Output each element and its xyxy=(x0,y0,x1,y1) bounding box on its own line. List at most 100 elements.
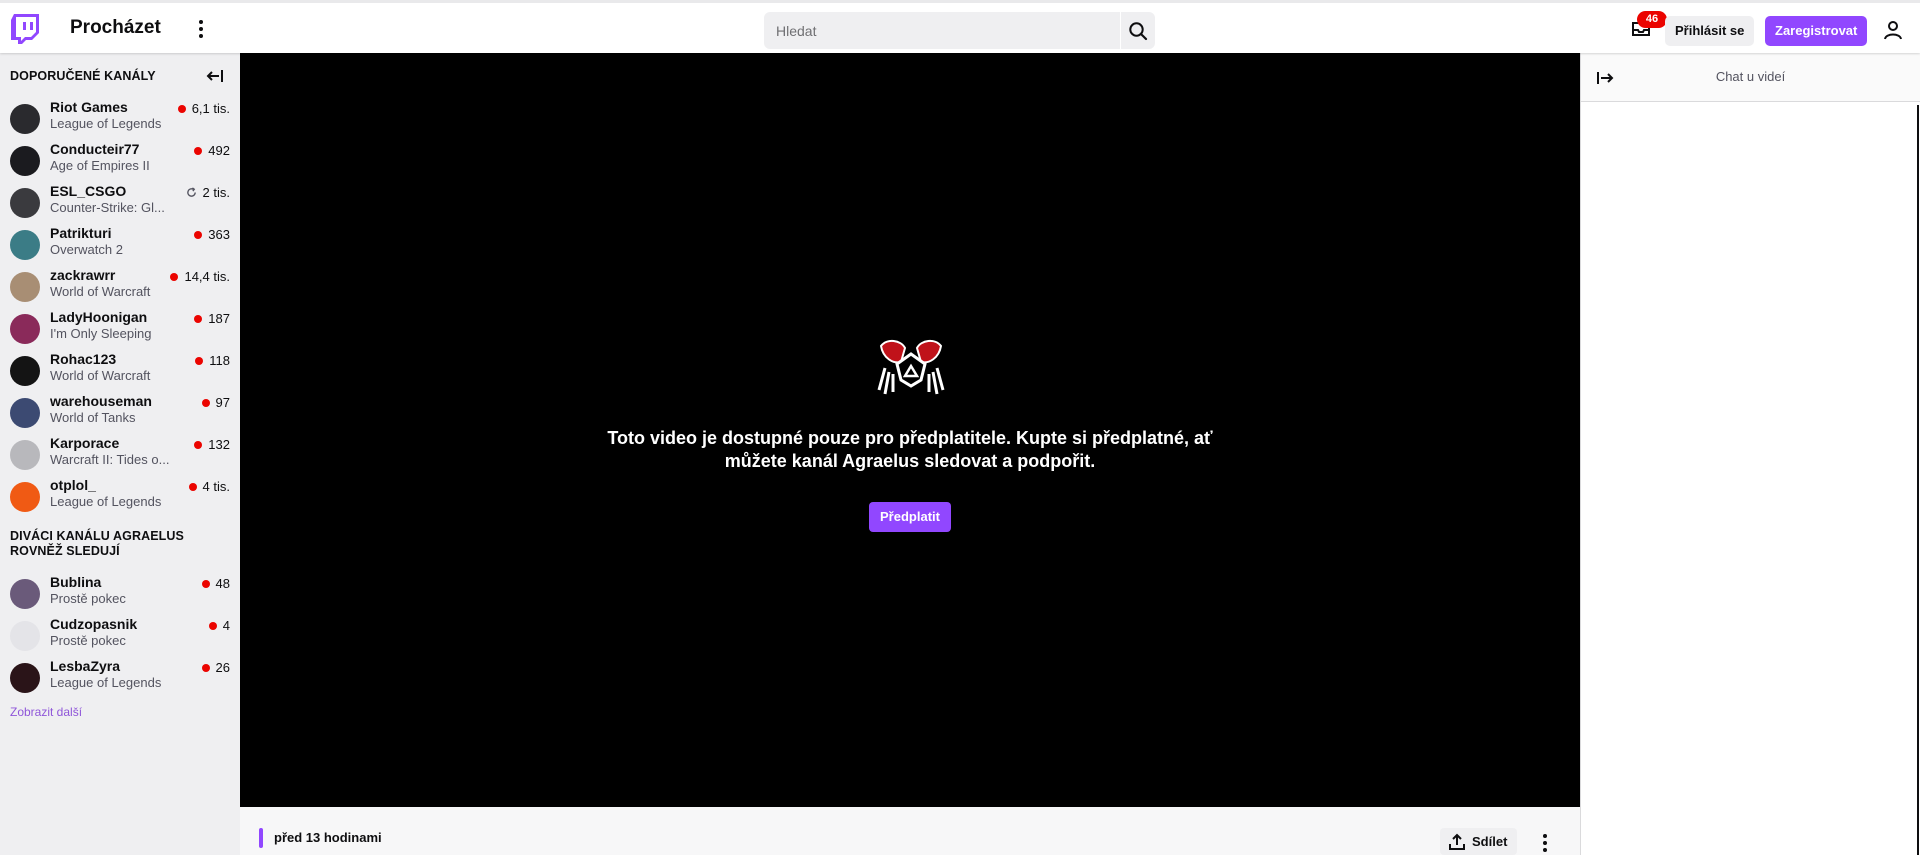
channel-game: World of Warcraft xyxy=(50,284,151,299)
channel-name: Rohac123 xyxy=(50,351,117,367)
avatar xyxy=(10,314,40,344)
viewer-count: 14,4 tis. xyxy=(170,269,230,284)
viewer-count: 4 tis. xyxy=(188,479,230,494)
sidebar-channel-item[interactable]: Bublina Prostě pokec 48 xyxy=(0,572,240,614)
channel-name: Patrikturi xyxy=(50,225,112,241)
sidebar-channel-item[interactable]: Karporace Warcraft II: Tides o... 132 xyxy=(0,433,240,475)
live-indicator xyxy=(201,663,210,672)
sidebar-channel-item[interactable]: Patrikturi Overwatch 2 363 xyxy=(0,223,240,265)
channel-name: Bublina xyxy=(50,574,102,590)
viewer-count: 48 xyxy=(201,576,230,591)
channel-name: Cudzopasnik xyxy=(50,616,138,632)
viewer-count-text: 187 xyxy=(208,311,230,326)
live-indicator xyxy=(208,621,217,630)
signup-button[interactable]: Zaregistrovat xyxy=(1765,16,1868,46)
browse-link[interactable]: Procházet xyxy=(70,17,161,39)
sidebar-channel-item[interactable]: Rohac123 World of Warcraft 118 xyxy=(0,349,240,391)
expand-chat-icon[interactable] xyxy=(1596,69,1614,87)
live-indicator xyxy=(194,314,203,323)
video-player[interactable]: Toto video je dostupné pouze pro předpla… xyxy=(240,53,1580,807)
also-watch-title: DIVÁCI KANÁLU AGRAELUS ROVNĚŽ SLEDUJÍ xyxy=(10,529,184,558)
viewer-count-text: 26 xyxy=(215,660,230,675)
channel-game: Warcraft II: Tides o... xyxy=(50,452,170,467)
sidebar-channel-item[interactable]: LesbaZyra League of Legends 26 xyxy=(0,656,240,698)
share-button[interactable]: Sdílet xyxy=(1440,828,1518,855)
user-icon[interactable] xyxy=(1883,20,1903,40)
sidebar-channel-item[interactable]: otplol_ League of Legends 4 tis. xyxy=(0,475,240,517)
avatar xyxy=(10,440,40,470)
share-icon xyxy=(1449,833,1465,850)
viewer-count-text: 97 xyxy=(215,395,230,410)
twitch-logo-icon[interactable] xyxy=(11,14,39,44)
sidebar-channel-item[interactable]: warehouseman World of Tanks 97 xyxy=(0,391,240,433)
channel-game: League of Legends xyxy=(50,116,162,131)
live-indicator xyxy=(194,230,203,239)
chat-scrollbar[interactable] xyxy=(1917,105,1919,855)
viewer-count: 26 xyxy=(201,660,230,675)
video-info-bar: před 13 hodinami Sdílet xyxy=(240,807,1580,855)
subscribe-button[interactable]: Předplatit xyxy=(869,502,951,532)
more-options-icon[interactable] xyxy=(193,18,209,40)
chat-title: Chat u videí xyxy=(1715,69,1786,84)
login-button[interactable]: Přihlásit se xyxy=(1665,16,1755,46)
live-indicator xyxy=(195,356,204,365)
channel-game: Prostě pokec xyxy=(50,591,126,606)
avatar xyxy=(10,188,40,218)
viewer-count-text: 14,4 tis. xyxy=(184,269,230,284)
viewer-count: 492 xyxy=(194,143,230,158)
viewer-count-text: 132 xyxy=(208,437,230,452)
channel-name: zackrawrr xyxy=(50,267,116,283)
search-icon xyxy=(1129,21,1148,40)
sidebar-channel-item[interactable]: zackrawrr World of Warcraft 14,4 tis. xyxy=(0,265,240,307)
show-more-link[interactable]: Zobrazit další xyxy=(10,705,82,719)
viewer-count-text: 118 xyxy=(209,353,230,368)
live-indicator xyxy=(194,440,203,449)
avatar xyxy=(10,356,40,386)
subscriber-only-message: Toto video je dostupné pouze pro předpla… xyxy=(607,428,1213,471)
channel-name: Conducteir77 xyxy=(50,141,140,157)
avatar xyxy=(10,579,40,609)
search-input[interactable] xyxy=(764,12,1120,49)
avatar xyxy=(10,104,40,134)
notification-badge: 46 xyxy=(1637,11,1667,28)
recommended-channels-title: DOPORUČENÉ KANÁLY xyxy=(10,69,156,83)
channel-game: League of Legends xyxy=(50,494,162,509)
sidebar-channel-item[interactable]: ESL_CSGO Counter-Strike: Gl... 2 tis. xyxy=(0,181,240,223)
channel-game: Overwatch 2 xyxy=(50,242,123,257)
avatar xyxy=(10,482,40,512)
channel-name: LesbaZyra xyxy=(50,658,121,674)
gas-mask-logo-icon xyxy=(877,340,945,395)
channel-name: otplol_ xyxy=(50,477,96,493)
viewer-count: 4 xyxy=(208,618,230,633)
channel-game: Age of Empires II xyxy=(50,158,150,173)
sidebar-channel-item[interactable]: Cudzopasnik Prostě pokec 4 xyxy=(0,614,240,656)
top-nav: Procházet 46 Přihlásit se Zaregistrovat xyxy=(0,0,1920,53)
more-options-icon[interactable] xyxy=(1540,833,1550,853)
video-timestamp: před 13 hodinami xyxy=(274,830,382,845)
viewer-count-text: 363 xyxy=(208,227,230,242)
channel-game: Counter-Strike: Gl... xyxy=(50,200,165,215)
search-button[interactable] xyxy=(1121,12,1155,49)
channel-game: League of Legends xyxy=(50,675,162,690)
viewer-count: 6,1 tis. xyxy=(177,101,230,116)
avatar xyxy=(10,663,40,693)
sidebar-channel-item[interactable]: Riot Games League of Legends 6,1 tis. xyxy=(0,97,240,139)
viewer-count: 187 xyxy=(194,311,230,326)
channel-name: Karporace xyxy=(50,435,120,451)
search-bar xyxy=(764,12,1155,49)
avatar xyxy=(10,398,40,428)
sidebar-channel-item[interactable]: Conducteir77 Age of Empires II 492 xyxy=(0,139,240,181)
viewer-count: 2 tis. xyxy=(186,185,230,200)
viewer-count: 97 xyxy=(201,395,230,410)
channel-game: World of Tanks xyxy=(50,410,136,425)
channel-name: warehouseman xyxy=(50,393,152,409)
live-indicator xyxy=(201,579,210,588)
collapse-sidebar-icon[interactable] xyxy=(206,67,224,85)
avatar xyxy=(10,146,40,176)
live-indicator xyxy=(201,398,210,407)
live-indicator xyxy=(188,482,197,491)
channel-game: Prostě pokec xyxy=(50,633,126,648)
sidebar-channel-item[interactable]: LadyHoonigan I'm Only Sleeping 187 xyxy=(0,307,240,349)
viewer-count: 118 xyxy=(195,353,230,368)
share-label: Sdílet xyxy=(1472,834,1508,849)
